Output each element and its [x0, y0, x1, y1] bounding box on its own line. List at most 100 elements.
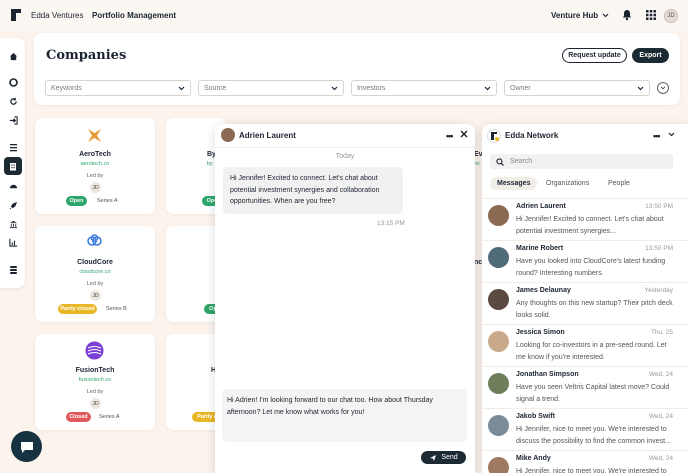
- contact-avatar: [488, 289, 509, 310]
- company-website[interactable]: aerotech.co: [35, 161, 155, 167]
- chevron-down-icon[interactable]: [668, 132, 675, 137]
- conversation-name: James Delaunay: [516, 287, 571, 294]
- send-button[interactable]: Send: [421, 451, 466, 464]
- edda-logo-icon[interactable]: [10, 8, 22, 22]
- dashboard-icon[interactable]: [6, 75, 20, 89]
- network-panel: Edda Network ••• Search Messages Organiz…: [482, 124, 688, 473]
- conversation-time: Wed, 24: [648, 413, 673, 420]
- logout-icon[interactable]: [6, 113, 20, 127]
- close-icon[interactable]: [460, 130, 468, 138]
- contact-avatar: [488, 247, 509, 268]
- search-placeholder: Search: [510, 158, 533, 165]
- apps-grid-icon[interactable]: [645, 9, 657, 21]
- company-card-aerotech[interactable]: AeroTech aerotech.co Led by JD Open Seri…: [35, 118, 155, 214]
- gauge-icon[interactable]: [6, 179, 20, 193]
- chat-window: Adrien Laurent ••• Today Hi Jennifer! Ex…: [215, 124, 475, 473]
- conversation-time: Wed, 24: [648, 455, 673, 462]
- list-icon[interactable]: [6, 140, 20, 154]
- source-filter-placeholder: Source: [204, 84, 227, 92]
- user-avatar[interactable]: JD: [664, 9, 678, 23]
- network-search-input[interactable]: Search: [490, 154, 673, 169]
- owner-filter-placeholder: Owner: [510, 84, 531, 92]
- brand-name[interactable]: Edda Ventures: [31, 11, 83, 20]
- keywords-filter[interactable]: Keywords: [45, 80, 191, 96]
- tab-people[interactable]: People: [608, 180, 630, 187]
- home-icon[interactable]: [6, 49, 20, 63]
- rocket-icon[interactable]: [6, 198, 20, 212]
- more-filters-button[interactable]: [657, 82, 669, 94]
- chevron-down-icon: [637, 86, 644, 90]
- cloudcore-logo-icon: [86, 234, 103, 248]
- database-icon[interactable]: [6, 262, 20, 276]
- contact-avatar: [221, 128, 235, 142]
- partial-company-name: nc: [474, 259, 483, 266]
- keywords-filter-placeholder: Keywords: [51, 84, 82, 92]
- series-label: Series A: [99, 414, 120, 420]
- company-name: AeroTech: [79, 151, 111, 158]
- conversation-preview: Hi Jennifer, nice to meet you. We're int…: [516, 426, 671, 445]
- export-button[interactable]: Export: [632, 48, 669, 63]
- send-icon: [430, 454, 437, 461]
- more-options-icon[interactable]: •••: [653, 131, 661, 141]
- conversation-preview: Hi Jennifer, nice to meet you. We're int…: [516, 468, 667, 473]
- conversation-item[interactable]: Mike Andy Wed, 24 Hi Jennifer, nice to mee…: [482, 450, 688, 473]
- analytics-icon[interactable]: [6, 235, 20, 249]
- conversation-item[interactable]: Marine Robert 13:50 PM Have you looked int…: [482, 240, 688, 282]
- owner-filter[interactable]: Owner: [504, 80, 650, 96]
- chat-contact-name: Adrien Laurent: [239, 131, 296, 140]
- refresh-icon[interactable]: [6, 94, 20, 108]
- nav-portfolio-management[interactable]: Portfolio Management: [92, 11, 176, 20]
- bell-icon[interactable]: [621, 9, 633, 21]
- conversation-name: Jonathan Simpson: [516, 371, 579, 378]
- lead-avatar: JD: [90, 290, 101, 301]
- lead-avatar: JD: [90, 182, 101, 193]
- conversation-item[interactable]: James Delaunay Yesterday Any thoughts on t…: [482, 282, 688, 324]
- conversation-name: Mike Andy: [516, 455, 551, 462]
- search-icon: [496, 157, 504, 166]
- conversation-preview: Have you seen Veltris Capital latest mov…: [516, 384, 670, 403]
- request-update-button[interactable]: Request update: [562, 48, 627, 63]
- help-chat-button[interactable]: [11, 431, 42, 462]
- conversation-name: Marine Robert: [516, 245, 564, 252]
- companies-icon[interactable]: [4, 157, 22, 175]
- tab-messages[interactable]: Messages: [490, 177, 538, 190]
- conversation-item[interactable]: Jonathan Simpson Wed, 24 Have you seen Vel…: [482, 366, 688, 408]
- aerotech-logo-icon: [87, 128, 102, 143]
- contact-avatar: [488, 373, 509, 394]
- conversation-item[interactable]: Adrien Laurent 13:50 PM Hi Jennifer! Excit…: [482, 198, 688, 240]
- conversation-time: 13:50 PM: [645, 203, 673, 210]
- chevron-down-icon: [484, 86, 491, 90]
- company-website[interactable]: cloudcore.co: [35, 269, 155, 275]
- message-composer[interactable]: Hi Adrien! I'm looking forward to our ch…: [222, 389, 467, 442]
- conversation-time: Wed, 24: [648, 371, 673, 378]
- company-website[interactable]: fusiontech.co: [35, 377, 155, 383]
- contact-avatar: [488, 457, 509, 473]
- source-filter[interactable]: Source: [198, 80, 344, 96]
- lead-avatar: JD: [90, 398, 101, 409]
- conversation-time: 13:50 PM: [645, 245, 673, 252]
- network-title: Edda Network: [505, 131, 559, 140]
- investors-filter[interactable]: Investors: [351, 80, 497, 96]
- conversation-name: Jessica Simon: [516, 329, 565, 336]
- venture-hub-dropdown[interactable]: Venture Hub: [551, 11, 609, 20]
- chat-header: Adrien Laurent •••: [215, 124, 475, 148]
- led-by-label: Led by: [86, 389, 104, 395]
- more-options-icon[interactable]: •••: [446, 131, 454, 141]
- series-label: Series A: [97, 198, 118, 204]
- tab-organizations[interactable]: Organizations: [546, 180, 589, 187]
- day-separator: Today: [335, 153, 355, 160]
- led-by-label: Led by: [86, 281, 104, 287]
- conversation-item[interactable]: Jessica Simon Thu, 25 Looking for co-inves…: [482, 324, 688, 366]
- send-label: Send: [441, 454, 458, 461]
- company-card-fusiontech[interactable]: FusionTech fusiontech.co Led by JD Close…: [35, 334, 155, 430]
- contact-avatar: [488, 331, 509, 352]
- conversation-item[interactable]: Jakob Swift Wed, 24 Hi Jennifer, nice to m…: [482, 408, 688, 450]
- bank-icon[interactable]: [6, 217, 20, 231]
- conversation-preview: Any thoughts on this new startup? Their …: [516, 300, 673, 319]
- status-badge: Closed: [66, 412, 91, 422]
- conversation-name: Adrien Laurent: [516, 203, 566, 210]
- conversation-preview: Looking for co-investors in a pre-seed r…: [516, 342, 667, 361]
- conversation-preview: Hi Jennifer! Excited to connect. Let's c…: [516, 216, 664, 235]
- company-card-cloudcore[interactable]: CloudCore cloudcore.co Led by JD Partly …: [35, 226, 155, 322]
- page-title: Companies: [46, 48, 127, 63]
